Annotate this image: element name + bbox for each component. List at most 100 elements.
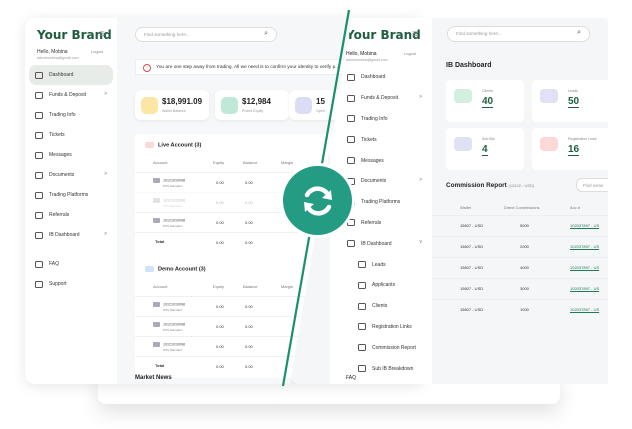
search-icon[interactable]: ⌕	[264, 30, 268, 38]
ib-card[interactable]: Leads 50	[532, 80, 608, 122]
stat-card: $12,984 Prized Equity	[215, 90, 289, 120]
table-row[interactable]: 15607 - USD 2000 102037897 - US	[432, 236, 608, 255]
sidebar-item-documents[interactable]: Documents >	[344, 171, 428, 192]
table-row[interactable]: 15607 - USD 5000 102037897 - US	[432, 215, 608, 234]
sidebar-item-label: Documents	[361, 178, 387, 185]
menu-icon[interactable]: ≡	[99, 29, 105, 40]
table-row[interactable]: 15607 - USD 4000 102037897 - US	[432, 257, 608, 276]
sidebar-item-messages[interactable]: Messages	[344, 150, 428, 171]
menu-icon-right[interactable]: ≡	[412, 29, 418, 40]
sidebar-item-documents[interactable]: Documents >	[29, 165, 113, 185]
ib-subnav: Leads Applicants Clients Registration Links…	[344, 254, 428, 379]
sidebar-item-referrals[interactable]: Referrals	[344, 213, 428, 234]
sidebar-item-tickets[interactable]: Tickets	[344, 129, 428, 150]
faq-link-right[interactable]: FAQ	[346, 375, 356, 381]
balance-value: 0.00	[245, 180, 253, 185]
logout-link-right[interactable]: Logout	[404, 51, 416, 56]
total-equity: 0.00	[216, 364, 224, 369]
nav-icon	[35, 260, 43, 268]
stat-value: $18,991.09	[162, 97, 203, 106]
sidebar-item-tickets[interactable]: Tickets	[29, 125, 113, 145]
table-row[interactable]: 15607 - USD 3000 102037897 - US	[432, 278, 608, 297]
equity-value: 0.00	[216, 220, 224, 225]
equity-value: 0.00	[216, 324, 224, 329]
sidebar-item-messages[interactable]: Messages	[29, 145, 113, 165]
account-link[interactable]: 102037897 - US	[570, 286, 599, 291]
user-email: adminmobina@gmail.com	[37, 56, 79, 60]
sidebar-item-label: Trading Platforms	[361, 199, 401, 206]
subnav-item-label: Sub IB Breakdown	[372, 365, 414, 372]
nav-icon	[35, 131, 43, 139]
sidebar-item-support[interactable]: Support	[29, 274, 113, 294]
col-header: Equity	[213, 284, 225, 289]
sidebar-item-trading-info[interactable]: Trading Info	[344, 109, 428, 130]
balance-value: 0.00	[245, 304, 253, 309]
sidebar-item-funds-deposit[interactable]: Funds & Deposit >	[29, 85, 113, 105]
sidebar-item-trading-platforms[interactable]: Trading Platforms	[344, 192, 428, 213]
search-input-right[interactable]: Find something here... ⌕	[447, 26, 590, 42]
total-balance: 0.00	[245, 240, 253, 245]
balance-value: 0.00	[245, 344, 253, 349]
account-badge	[153, 178, 160, 183]
logout-link[interactable]: Logout	[91, 49, 103, 54]
live-account-title: Live Account (3)	[145, 142, 201, 148]
chevron-icon: >	[104, 91, 107, 97]
sidebar-item-ib-dashboard[interactable]: IB Dashboard v	[344, 233, 428, 254]
account-link[interactable]: 102037897 - US	[570, 265, 599, 270]
subnav-item-commission-report[interactable]: Commission Report	[344, 337, 428, 358]
col-header: Account	[153, 284, 168, 289]
ib-card[interactable]: Registration Links 16	[532, 128, 608, 170]
sidebar-item-referrals[interactable]: Referrals	[29, 205, 113, 225]
subnav-item-sub-ib-breakdown[interactable]: Sub IB Breakdown	[344, 358, 428, 379]
stat-card: $18,991.09 Wallet Balance	[135, 90, 209, 120]
sidebar-item-funds-deposit[interactable]: Funds & Deposit >	[344, 88, 428, 109]
sidebar-item-ib-dashboard[interactable]: IB Dashboard >	[29, 225, 113, 245]
account-type: MT5 Standard	[163, 308, 183, 312]
account-number: 10121010098 MT5 Standard	[153, 302, 185, 312]
account-id: 10121010098	[163, 198, 185, 203]
chevron-icon: v	[419, 239, 423, 246]
sync-icon[interactable]	[283, 166, 352, 235]
account-type: MT5 Standard	[163, 204, 183, 208]
account-link[interactable]: 102037897 - US	[570, 223, 599, 228]
sidebar-item-label: Dashboard	[49, 72, 74, 78]
subnav-icon	[358, 344, 366, 352]
sidebar-item-trading-platforms[interactable]: Trading Platforms	[29, 185, 113, 205]
commission-cell: 4000	[520, 265, 529, 270]
chevron-icon: >	[104, 231, 107, 237]
nav-icon	[35, 91, 43, 99]
stat-label: Prized Equity	[242, 109, 264, 113]
sidebar-item-faq[interactable]: FAQ	[29, 254, 113, 274]
nav-icon	[35, 280, 43, 288]
stat-icon	[295, 97, 312, 114]
sidebar-item-dashboard[interactable]: Dashboard	[344, 67, 428, 88]
sidebar-item-label: Trading Info	[49, 112, 76, 118]
find-input[interactable]: Find some	[576, 178, 608, 192]
commission-cell: 1000	[520, 307, 529, 312]
subnav-item-leads[interactable]: Leads	[344, 254, 428, 275]
subnav-item-label: Clients	[372, 303, 388, 310]
subnav-item-clients[interactable]: Clients	[344, 296, 428, 317]
account-badge	[153, 302, 160, 307]
ib-card-icon	[454, 89, 472, 103]
subnav-item-registration-links[interactable]: Registration Links	[344, 317, 428, 338]
ib-card[interactable]: Sub IBs 4	[446, 128, 524, 170]
account-link[interactable]: 102037897 - US	[570, 307, 599, 312]
account-number: 10121010098 MT5 Standard	[153, 218, 185, 228]
account-badge	[153, 198, 160, 203]
search-icon-right[interactable]: ⌕	[577, 29, 581, 37]
table-row[interactable]: 15607 - USD 1000 102037897 - US	[432, 299, 608, 318]
account-link[interactable]: 102037897 - US	[570, 244, 599, 249]
sidebar-item-dashboard[interactable]: Dashboard	[29, 65, 113, 85]
ib-card-value: 50	[568, 96, 580, 108]
sidebar-item-label: Trading Platforms	[49, 192, 89, 198]
subnav-item-applicants[interactable]: Applicants	[344, 275, 428, 296]
account-id: 10121010098	[163, 178, 185, 183]
search-input[interactable]: Find something here... ⌕	[135, 27, 277, 42]
nav-icon	[35, 191, 43, 199]
nav-icon	[347, 157, 355, 165]
ib-card[interactable]: Clients 40	[446, 80, 524, 122]
sidebar-item-trading-info[interactable]: Trading Info	[29, 105, 113, 125]
ib-card-label: Clients	[482, 89, 493, 93]
wallet-cell: 15607 - USD	[460, 286, 484, 291]
